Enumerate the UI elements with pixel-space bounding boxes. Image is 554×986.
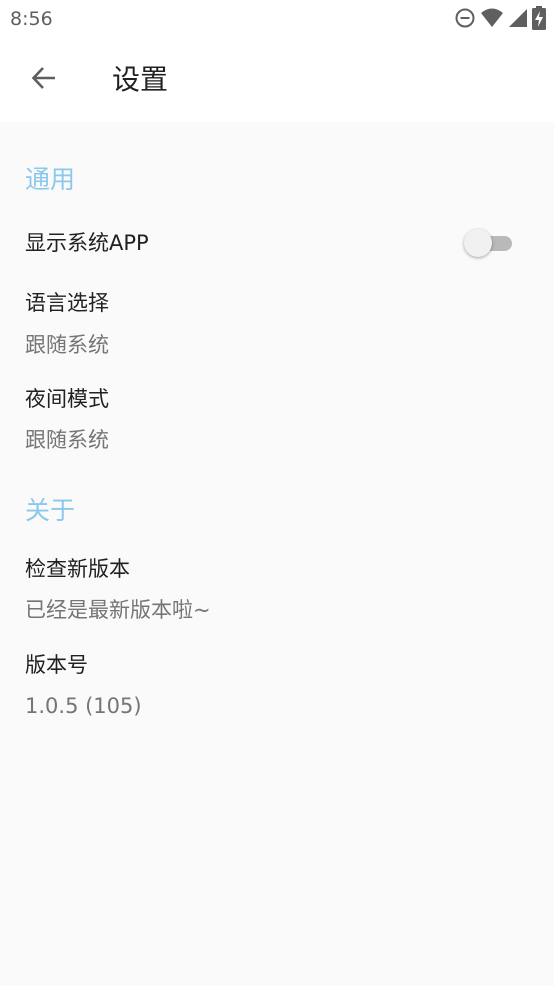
app-bar: 设置 xyxy=(0,38,554,122)
arrow-back-icon xyxy=(30,64,58,96)
wifi-icon xyxy=(480,7,504,29)
battery-charging-icon xyxy=(532,6,546,30)
back-button[interactable] xyxy=(22,58,66,102)
pref-title: 显示系统APP xyxy=(25,231,149,255)
pref-check-update[interactable]: 检查新版本 已经是最新版本啦~ xyxy=(0,546,554,634)
section-header-general: 通用 xyxy=(25,165,76,194)
status-icons xyxy=(454,6,546,30)
pref-summary: 跟随系统 xyxy=(25,333,109,357)
section-header-about: 关于 xyxy=(25,496,76,525)
pref-title: 夜间模式 xyxy=(25,387,109,411)
status-bar: 8:56 xyxy=(0,0,554,38)
pref-title: 语言选择 xyxy=(25,291,109,315)
pref-summary: 1.0.5 (105) xyxy=(25,694,142,718)
pref-language[interactable]: 语言选择 跟随系统 xyxy=(0,280,554,368)
signal-icon xyxy=(508,7,528,29)
status-time: 8:56 xyxy=(10,8,53,30)
page-title: 设置 xyxy=(112,63,169,96)
switch-thumb xyxy=(464,229,492,257)
pref-night-mode[interactable]: 夜间模式 跟随系统 xyxy=(0,376,554,464)
pref-title: 版本号 xyxy=(25,653,88,677)
pref-summary: 跟随系统 xyxy=(25,428,109,452)
pref-summary: 已经是最新版本啦~ xyxy=(25,598,211,622)
do-not-disturb-icon xyxy=(454,7,476,29)
show-system-app-switch[interactable] xyxy=(462,227,514,259)
pref-version[interactable]: 版本号 1.0.5 (105) xyxy=(0,642,554,730)
pref-title: 检查新版本 xyxy=(25,557,130,581)
